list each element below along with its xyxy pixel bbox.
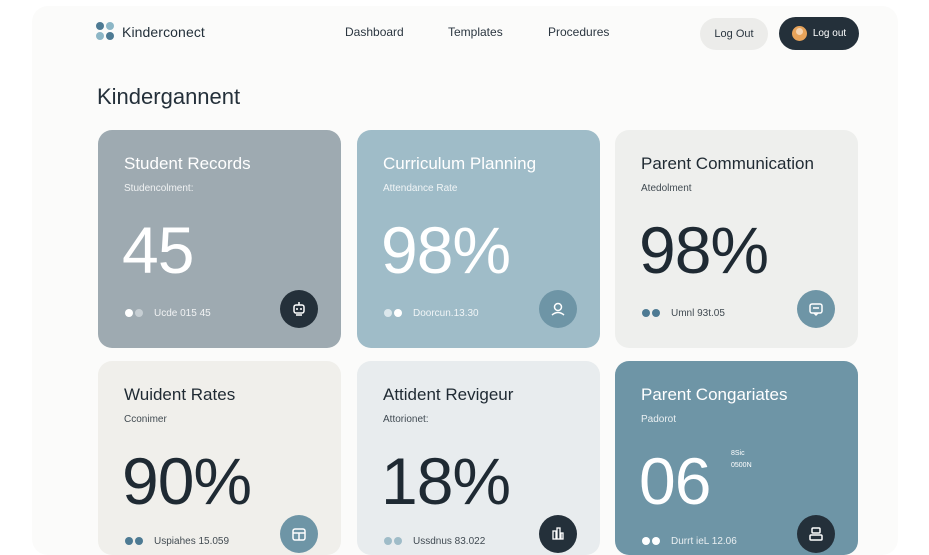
status-dots	[384, 309, 402, 317]
card-subtitle: Attendance Rate	[383, 183, 458, 194]
card-value: 98%	[381, 213, 511, 287]
nav-procedures[interactable]: Procedures	[548, 25, 609, 39]
app-name: Kinderconect	[122, 24, 205, 40]
card-title: Student Records	[124, 154, 251, 173]
card-value: 45	[122, 213, 194, 287]
card-footer: Durrt ieL 12.06	[671, 536, 737, 547]
status-dots	[125, 309, 143, 317]
status-dots	[642, 537, 660, 545]
kinderconect-logo-icon	[96, 22, 116, 42]
status-dots	[384, 537, 402, 545]
status-dots	[125, 537, 143, 545]
log-out-profile-button[interactable]: Log out	[779, 17, 859, 50]
card-side-label-bottom: 0500N	[731, 462, 752, 469]
robot-icon[interactable]	[280, 290, 318, 328]
card-footer: Ucde 015 45	[154, 308, 211, 319]
calendar-icon[interactable]	[280, 515, 318, 553]
card-value: 90%	[122, 444, 252, 518]
nav-templates[interactable]: Templates	[448, 25, 503, 39]
card-footer: Doorcun.13.30	[413, 308, 479, 319]
card-attident-revigeur[interactable]: Attident Revigeur Attorionet: 18% Ussdnu…	[357, 361, 600, 555]
card-footer: Uspiahes 15.059	[154, 536, 230, 547]
app-logo[interactable]: Kinderconect	[96, 22, 205, 42]
card-side-label-top: 8Sic	[731, 450, 745, 457]
page-title: Kindergannent	[97, 84, 241, 109]
card-value: 98%	[639, 213, 769, 287]
card-title: Parent Congariates	[641, 385, 788, 404]
chat-icon[interactable]	[797, 290, 835, 328]
log-out-button[interactable]: Log Out	[700, 18, 768, 50]
card-title: Parent Communication	[641, 154, 814, 173]
card-subtitle: Studencolment:	[124, 183, 194, 194]
card-student-records[interactable]: Student Records Studencolment: 45 Ucde 0…	[98, 130, 341, 348]
card-subtitle: Atedolment	[641, 183, 692, 194]
avatar	[791, 26, 807, 41]
chart-icon[interactable]	[539, 515, 577, 553]
card-subtitle: Attorionet:	[383, 414, 429, 425]
log-out-profile-label: Log out	[812, 28, 847, 39]
document-icon[interactable]	[797, 515, 835, 553]
card-title: Attident Revigeur	[383, 385, 514, 404]
card-title: Curriculum Planning	[383, 154, 537, 173]
card-parent-congariates[interactable]: Parent Congariates Padorot 06 8Sic 0500N…	[615, 361, 858, 555]
card-footer: Ussdnus 83.022	[413, 536, 486, 547]
user-icon[interactable]	[539, 290, 577, 328]
status-dots	[642, 309, 660, 317]
card-footer: Umnl 93t.05	[671, 308, 725, 319]
card-curriculum-planning[interactable]: Curriculum Planning Attendance Rate 98% …	[357, 130, 600, 348]
card-subtitle: Padorot	[641, 414, 677, 425]
card-wuident-rates[interactable]: Wuident Rates Cconimer 90% Uspiahes 15.0…	[98, 361, 341, 555]
card-title: Wuident Rates	[124, 385, 236, 404]
nav-dashboard[interactable]: Dashboard	[345, 25, 404, 39]
card-parent-communication[interactable]: Parent Communication Atedolment 98% Umnl…	[615, 130, 858, 348]
card-value: 06	[639, 444, 711, 518]
card-value: 18%	[381, 444, 511, 518]
card-subtitle: Cconimer	[124, 414, 167, 425]
